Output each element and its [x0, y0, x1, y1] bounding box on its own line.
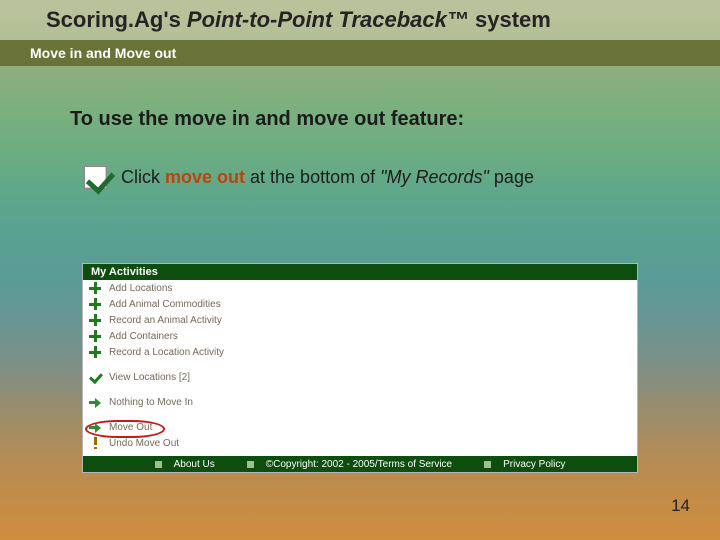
divider — [83, 385, 637, 394]
subtitle-text: Move in and Move out — [30, 45, 176, 61]
list-item[interactable]: Record an Animal Activity — [83, 312, 637, 328]
bullet-text: Click move out at the bottom of "My Reco… — [121, 167, 534, 188]
panel-footer: About Us ©Copyright: 2002 - 2005/Terms o… — [83, 456, 637, 472]
plus-icon — [89, 298, 101, 310]
plus-icon — [89, 314, 101, 326]
plus-icon — [89, 330, 101, 342]
square-icon — [484, 461, 491, 468]
list-item-label: Add Animal Commodities — [109, 299, 221, 310]
bullet-quote: "My Records" — [380, 167, 489, 187]
title-suffix: system — [469, 7, 551, 32]
list-item-label: Record a Location Activity — [109, 347, 224, 358]
title-prefix: Scoring.Ag's — [46, 7, 187, 32]
arrow-right-icon — [89, 396, 101, 408]
list-item-label: Undo Move Out — [109, 438, 179, 449]
footer-privacy[interactable]: Privacy Policy — [503, 459, 565, 470]
slide: Scoring.Ag's Point-to-Point Traceback™ s… — [0, 0, 720, 540]
bullet-action: move out — [165, 167, 245, 187]
square-icon — [247, 461, 254, 468]
divider — [83, 360, 637, 369]
undo-move-out-item[interactable]: Undo Move Out — [83, 435, 637, 451]
bullet-mid: at the bottom of — [245, 167, 380, 187]
plus-icon — [89, 282, 101, 294]
divider — [83, 410, 637, 419]
footer-about[interactable]: About Us — [174, 459, 215, 470]
checkbox-icon — [84, 166, 107, 189]
headline: To use the move in and move out feature: — [70, 108, 464, 131]
bullet-row: Click move out at the bottom of "My Reco… — [84, 166, 534, 189]
screenshot-panel: My Activities Add Locations Add Animal C… — [82, 263, 638, 473]
exclamation-icon — [89, 437, 101, 449]
footer-copyright[interactable]: ©Copyright: 2002 - 2005/Terms of Service — [266, 459, 452, 470]
list-item-label: Add Locations — [109, 283, 172, 294]
plus-icon — [89, 346, 101, 358]
title-bar: Scoring.Ag's Point-to-Point Traceback™ s… — [0, 0, 720, 40]
bullet-suffix: page — [489, 167, 534, 187]
list-item[interactable]: Add Locations — [83, 280, 637, 296]
page-number: 14 — [671, 496, 690, 516]
subtitle-bar: Move in and Move out — [0, 40, 720, 66]
list-item-label: Record an Animal Activity — [109, 315, 222, 326]
square-icon — [155, 461, 162, 468]
list-item-label: Move Out — [109, 422, 152, 433]
view-locations-item[interactable]: View Locations [2] — [83, 369, 637, 385]
title-main: Point-to-Point Traceback™ — [187, 7, 469, 32]
panel-header: My Activities — [83, 264, 637, 280]
bullet-prefix: Click — [121, 167, 165, 187]
check-icon — [89, 371, 101, 383]
list-item-label: View Locations [2] — [109, 372, 190, 383]
list-item-label: Add Containers — [109, 331, 178, 342]
list-item[interactable]: Add Containers — [83, 328, 637, 344]
list-item-label: Nothing to Move In — [109, 397, 193, 408]
list-item[interactable]: Record a Location Activity — [83, 344, 637, 360]
arrow-right-icon — [89, 421, 101, 433]
list-item[interactable]: Add Animal Commodities — [83, 296, 637, 312]
move-out-item[interactable]: Move Out — [83, 419, 637, 435]
move-in-item[interactable]: Nothing to Move In — [83, 394, 637, 410]
